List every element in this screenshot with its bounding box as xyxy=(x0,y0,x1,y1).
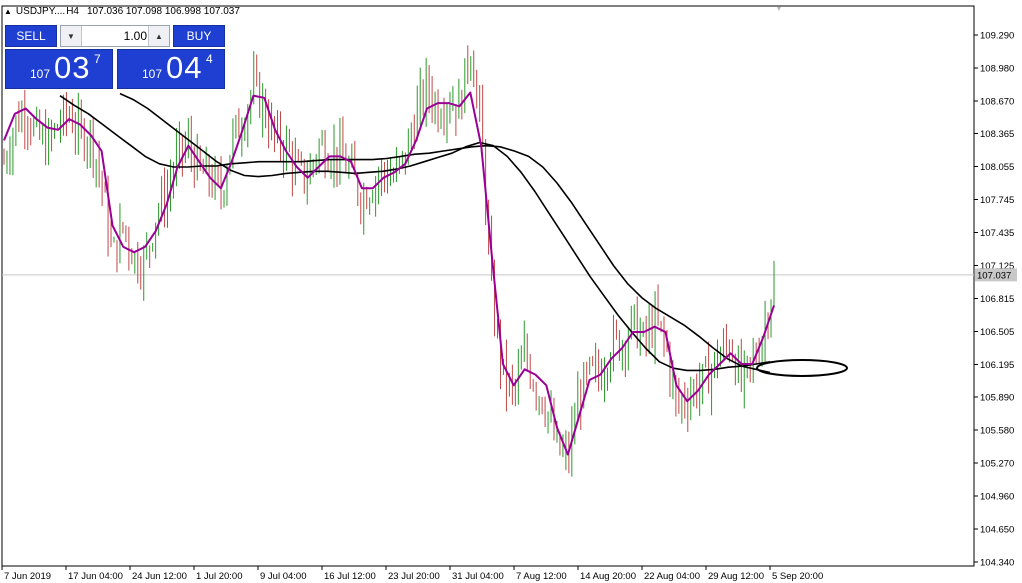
y-tick-label: 104.650 xyxy=(980,524,1014,535)
y-tick-label: 108.670 xyxy=(980,97,1014,108)
sell-price-prefix: 107 xyxy=(30,67,51,81)
y-tick-label: 105.580 xyxy=(980,425,1014,436)
x-tick-label: 24 Jun 12:00 xyxy=(132,571,187,582)
buy-price-button[interactable]: 107 04 4 xyxy=(117,49,225,89)
plot-border xyxy=(1,5,975,567)
y-tick-label: 105.270 xyxy=(980,458,1014,469)
y-tick-label: 104.960 xyxy=(980,491,1014,502)
x-tick-label: 22 Aug 04:00 xyxy=(644,571,700,582)
buy-price-main: 04 xyxy=(166,50,203,85)
y-tick-label: 106.815 xyxy=(980,294,1014,305)
current-price-label: 107.037 xyxy=(977,270,1011,281)
y-tick-label: 104.340 xyxy=(980,558,1014,569)
x-tick-label: 23 Jul 20:00 xyxy=(388,571,440,582)
chart-header: ▲ USDJPY.... H4 107.036 107.098 106.998 1… xyxy=(4,6,240,17)
y-tick-label: 106.195 xyxy=(980,360,1014,371)
lot-size-input[interactable]: 1.00 xyxy=(83,29,147,43)
timeframe: H4 xyxy=(66,6,79,17)
lot-decrease-icon[interactable]: ▼ xyxy=(61,26,82,46)
buy-price-prefix: 107 xyxy=(142,67,163,81)
symbol-name: USDJPY.... xyxy=(15,6,66,17)
sell-price-main: 03 xyxy=(54,50,91,85)
x-tick-label: 14 Aug 20:00 xyxy=(580,571,636,582)
ohlc-values: 107.036 107.098 106.998 107.037 xyxy=(87,6,240,17)
shift-marker-icon[interactable]: ▼ xyxy=(775,4,783,13)
y-tick-label: 108.055 xyxy=(980,162,1014,173)
x-tick-label: 5 Sep 20:00 xyxy=(772,571,823,582)
sell-button[interactable]: SELL xyxy=(5,25,57,47)
x-tick-label: 7 Jun 2019 xyxy=(4,571,51,582)
y-tick-label: 106.505 xyxy=(980,327,1014,338)
collapse-triangle-icon[interactable]: ▲ xyxy=(4,7,12,16)
buy-button[interactable]: BUY xyxy=(173,25,225,47)
y-tick-label: 108.365 xyxy=(980,129,1014,140)
x-tick-label: 7 Aug 12:00 xyxy=(516,571,567,582)
sell-price-pip: 7 xyxy=(94,52,101,66)
one-click-trading-panel: SELL ▼ 1.00 ▲ BUY 107 03 7 107 04 4 xyxy=(5,25,225,89)
lot-size-stepper[interactable]: ▼ 1.00 ▲ xyxy=(60,25,170,47)
sell-price-button[interactable]: 107 03 7 xyxy=(5,49,113,89)
x-tick-label: 16 Jul 12:00 xyxy=(324,571,376,582)
y-tick-label: 109.290 xyxy=(980,31,1014,42)
x-tick-label: 29 Aug 12:00 xyxy=(708,571,764,582)
y-tick-label: 107.435 xyxy=(980,228,1014,239)
y-tick-label: 105.890 xyxy=(980,392,1014,403)
buy-price-pip: 4 xyxy=(206,52,213,66)
x-tick-label: 9 Jul 04:00 xyxy=(260,571,306,582)
x-tick-label: 1 Jul 20:00 xyxy=(196,571,242,582)
lot-increase-icon[interactable]: ▲ xyxy=(148,26,169,46)
x-tick-label: 17 Jun 04:00 xyxy=(68,571,123,582)
x-tick-label: 31 Jul 04:00 xyxy=(452,571,504,582)
y-tick-label: 108.980 xyxy=(980,64,1014,75)
y-tick-label: 107.745 xyxy=(980,195,1014,206)
price-axis: 109.290 108.980 108.670 108.365 108.055 107.7… xyxy=(974,31,1014,569)
time-axis: 7 Jun 2019 17 Jun 04:00 24 Jun 12:00 1 Jul … xyxy=(1,566,823,582)
